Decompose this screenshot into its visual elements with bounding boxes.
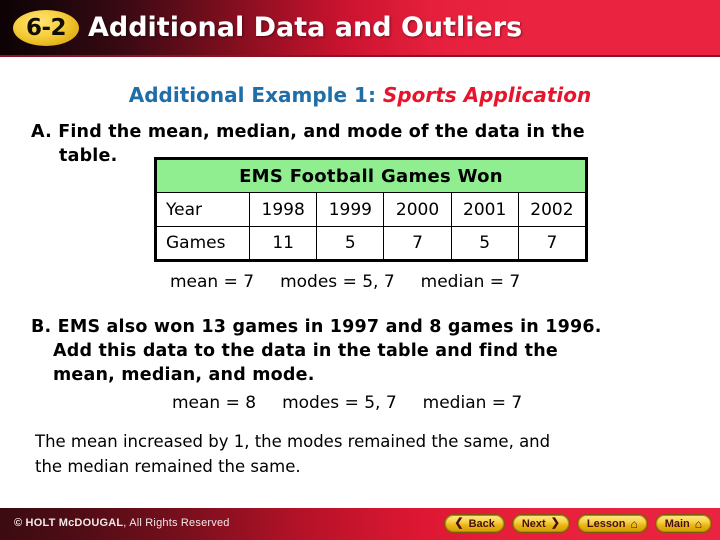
- part-a-modes: modes = 5, 7: [280, 272, 395, 292]
- football-games-table: EMS Football Games Won Year 1998 1999 20…: [154, 157, 588, 262]
- row-label-year: Year: [154, 192, 251, 227]
- year-cell: 1999: [316, 192, 385, 227]
- year-cell: 1998: [249, 192, 318, 227]
- lesson-button[interactable]: Lesson ⌂: [576, 514, 648, 533]
- conclusion-text: The mean increased by 1, the modes remai…: [35, 429, 695, 479]
- part-b-line-2: Add this data to the data in the table a…: [53, 341, 558, 361]
- games-cell: 5: [450, 226, 519, 261]
- slide-content: Additional Example 1: Sports Application…: [0, 57, 720, 508]
- conclusion-line-1: The mean increased by 1, the modes remai…: [35, 432, 551, 451]
- example-heading-lead: Additional Example 1:: [128, 83, 376, 107]
- back-button[interactable]: ❮ Back: [444, 514, 505, 533]
- year-cell: 2000: [383, 192, 452, 227]
- next-button-label: Next: [521, 517, 546, 530]
- copyright-notice: © HOLT McDOUGAL, All Rights Reserved: [14, 517, 230, 529]
- home-icon: ⌂: [630, 516, 638, 531]
- year-cell: 2001: [450, 192, 519, 227]
- year-cell: 2002: [517, 192, 588, 227]
- games-cell: 11: [249, 226, 318, 261]
- slide-title-bar: 6-2 Additional Data and Outliers: [0, 0, 720, 57]
- table-caption-row: EMS Football Games Won: [155, 158, 587, 193]
- part-a-answer: mean = 7 modes = 5, 7 median = 7: [170, 272, 520, 292]
- example-heading: Additional Example 1: Sports Application: [0, 83, 720, 107]
- part-a-mean: mean = 7: [170, 272, 255, 292]
- part-b-modes: modes = 5, 7: [282, 393, 397, 413]
- chevron-right-icon: ❯: [550, 517, 560, 529]
- table-caption: EMS Football Games Won: [155, 158, 587, 193]
- lesson-number-badge: 6-2: [13, 10, 79, 46]
- main-button[interactable]: Main ⌂: [654, 514, 712, 533]
- part-b-answer: mean = 8 modes = 5, 7 median = 7: [172, 393, 522, 413]
- next-button[interactable]: Next ❯: [511, 514, 570, 533]
- navigation-buttons: ❮ Back Next ❯ Lesson ⌂ Main ⌂: [444, 514, 712, 533]
- chevron-left-icon: ❮: [454, 517, 464, 529]
- example-heading-emphasis: Sports Application: [382, 83, 592, 107]
- copyright-rights: , All Rights Reserved: [123, 517, 230, 529]
- footer-bar: © HOLT McDOUGAL, All Rights Reserved ❮ B…: [0, 508, 720, 540]
- part-b-line-1: B. EMS also won 13 games in 1997 and 8 g…: [31, 317, 602, 337]
- page-title: Additional Data and Outliers: [88, 12, 523, 43]
- games-cell: 7: [383, 226, 452, 261]
- part-b-prompt: B. EMS also won 13 games in 1997 and 8 g…: [31, 315, 691, 387]
- part-b-line-3: mean, median, and mode.: [53, 365, 315, 385]
- back-button-label: Back: [468, 517, 495, 530]
- games-cell: 7: [517, 226, 588, 261]
- table-row: Games 11 5 7 5 7: [154, 226, 588, 261]
- lesson-button-label: Lesson: [586, 517, 626, 530]
- part-b-median: median = 7: [422, 393, 523, 413]
- main-button-label: Main: [664, 517, 690, 530]
- row-label-games: Games: [154, 226, 251, 261]
- home-icon: ⌂: [694, 516, 702, 531]
- table-row: Year 1998 1999 2000 2001 2002: [154, 192, 588, 227]
- part-a-line-1: A. Find the mean, median, and mode of th…: [31, 122, 585, 142]
- games-cell: 5: [316, 226, 385, 261]
- part-b-mean: mean = 8: [172, 393, 257, 413]
- conclusion-line-2: the median remained the same.: [35, 457, 301, 476]
- copyright-brand: © HOLT McDOUGAL: [14, 517, 124, 529]
- part-a-median: median = 7: [420, 272, 521, 292]
